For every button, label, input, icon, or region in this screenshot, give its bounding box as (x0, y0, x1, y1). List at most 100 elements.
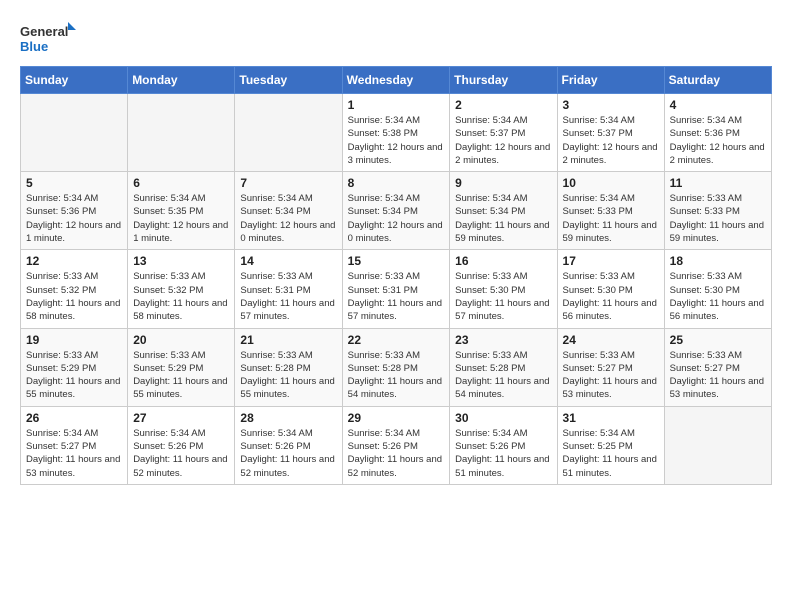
calendar-cell: 9 Sunrise: 5:34 AM Sunset: 5:34 PM Daylig… (450, 172, 557, 250)
col-header-thursday: Thursday (450, 67, 557, 94)
calendar-week-3: 19 Sunrise: 5:33 AM Sunset: 5:29 PM Dayli… (21, 328, 772, 406)
day-number: 29 (348, 411, 445, 425)
day-number: 23 (455, 333, 551, 347)
day-number: 4 (670, 98, 766, 112)
day-info: Sunrise: 5:34 AM Sunset: 5:34 PM Dayligh… (455, 192, 551, 245)
day-number: 1 (348, 98, 445, 112)
calendar-cell: 11 Sunrise: 5:33 AM Sunset: 5:33 PM Dayli… (664, 172, 771, 250)
day-info: Sunrise: 5:34 AM Sunset: 5:35 PM Dayligh… (133, 192, 229, 245)
day-info: Sunrise: 5:33 AM Sunset: 5:29 PM Dayligh… (26, 349, 122, 402)
day-number: 17 (563, 254, 659, 268)
day-info: Sunrise: 5:33 AM Sunset: 5:28 PM Dayligh… (455, 349, 551, 402)
day-info: Sunrise: 5:33 AM Sunset: 5:30 PM Dayligh… (563, 270, 659, 323)
day-info: Sunrise: 5:34 AM Sunset: 5:36 PM Dayligh… (670, 114, 766, 167)
logo: General Blue (20, 20, 80, 56)
day-info: Sunrise: 5:33 AM Sunset: 5:32 PM Dayligh… (133, 270, 229, 323)
day-info: Sunrise: 5:33 AM Sunset: 5:29 PM Dayligh… (133, 349, 229, 402)
calendar-cell: 23 Sunrise: 5:33 AM Sunset: 5:28 PM Dayli… (450, 328, 557, 406)
calendar-cell: 27 Sunrise: 5:34 AM Sunset: 5:26 PM Dayli… (128, 406, 235, 484)
calendar-cell: 19 Sunrise: 5:33 AM Sunset: 5:29 PM Dayli… (21, 328, 128, 406)
calendar-cell: 15Sunrise: 5:33 AM Sunset: 5:31 PM Dayli… (342, 250, 450, 328)
calendar-table: SundayMondayTuesdayWednesdayThursdayFrid… (20, 66, 772, 485)
calendar-cell: 2 Sunrise: 5:34 AM Sunset: 5:37 PM Daylig… (450, 94, 557, 172)
calendar-cell: 10 Sunrise: 5:34 AM Sunset: 5:33 PM Dayli… (557, 172, 664, 250)
calendar-cell: 25Sunrise: 5:33 AM Sunset: 5:27 PM Dayli… (664, 328, 771, 406)
day-info: Sunrise: 5:34 AM Sunset: 5:36 PM Dayligh… (26, 192, 122, 245)
day-info: Sunrise: 5:33 AM Sunset: 5:27 PM Dayligh… (670, 349, 766, 402)
calendar-cell: 18Sunrise: 5:33 AM Sunset: 5:30 PM Dayli… (664, 250, 771, 328)
day-info: Sunrise: 5:34 AM Sunset: 5:33 PM Dayligh… (563, 192, 659, 245)
day-info: Sunrise: 5:34 AM Sunset: 5:37 PM Dayligh… (563, 114, 659, 167)
day-number: 6 (133, 176, 229, 190)
calendar-cell: 6 Sunrise: 5:34 AM Sunset: 5:35 PM Daylig… (128, 172, 235, 250)
day-number: 16 (455, 254, 551, 268)
calendar-cell (128, 94, 235, 172)
day-number: 14 (240, 254, 336, 268)
day-info: Sunrise: 5:34 AM Sunset: 5:26 PM Dayligh… (240, 427, 336, 480)
day-number: 30 (455, 411, 551, 425)
svg-text:General: General (20, 24, 68, 39)
page-header: General Blue (20, 20, 772, 56)
calendar-cell (235, 94, 342, 172)
calendar-header-row: SundayMondayTuesdayWednesdayThursdayFrid… (21, 67, 772, 94)
calendar-cell: 1 Sunrise: 5:34 AM Sunset: 5:38 PM Daylig… (342, 94, 450, 172)
day-number: 10 (563, 176, 659, 190)
day-number: 27 (133, 411, 229, 425)
day-number: 22 (348, 333, 445, 347)
day-number: 3 (563, 98, 659, 112)
day-number: 12 (26, 254, 122, 268)
day-info: Sunrise: 5:34 AM Sunset: 5:34 PM Dayligh… (348, 192, 445, 245)
day-info: Sunrise: 5:33 AM Sunset: 5:28 PM Dayligh… (348, 349, 445, 402)
col-header-tuesday: Tuesday (235, 67, 342, 94)
calendar-cell (664, 406, 771, 484)
calendar-cell: 29 Sunrise: 5:34 AM Sunset: 5:26 PM Dayli… (342, 406, 450, 484)
calendar-cell: 12 Sunrise: 5:33 AM Sunset: 5:32 PM Dayli… (21, 250, 128, 328)
day-info: Sunrise: 5:34 AM Sunset: 5:26 PM Dayligh… (455, 427, 551, 480)
day-number: 19 (26, 333, 122, 347)
logo-svg: General Blue (20, 20, 80, 56)
calendar-cell: 8 Sunrise: 5:34 AM Sunset: 5:34 PM Daylig… (342, 172, 450, 250)
day-info: Sunrise: 5:33 AM Sunset: 5:27 PM Dayligh… (563, 349, 659, 402)
calendar-cell: 17 Sunrise: 5:33 AM Sunset: 5:30 PM Dayli… (557, 250, 664, 328)
day-info: Sunrise: 5:34 AM Sunset: 5:37 PM Dayligh… (455, 114, 551, 167)
col-header-sunday: Sunday (21, 67, 128, 94)
day-number: 8 (348, 176, 445, 190)
day-number: 18 (670, 254, 766, 268)
calendar-cell: 5 Sunrise: 5:34 AM Sunset: 5:36 PM Daylig… (21, 172, 128, 250)
day-number: 11 (670, 176, 766, 190)
day-info: Sunrise: 5:34 AM Sunset: 5:26 PM Dayligh… (133, 427, 229, 480)
day-number: 2 (455, 98, 551, 112)
day-number: 31 (563, 411, 659, 425)
calendar-cell: 21 Sunrise: 5:33 AM Sunset: 5:28 PM Dayli… (235, 328, 342, 406)
day-number: 28 (240, 411, 336, 425)
day-number: 15 (348, 254, 445, 268)
day-number: 21 (240, 333, 336, 347)
col-header-friday: Friday (557, 67, 664, 94)
calendar-cell: 24Sunrise: 5:33 AM Sunset: 5:27 PM Dayli… (557, 328, 664, 406)
day-info: Sunrise: 5:33 AM Sunset: 5:30 PM Dayligh… (455, 270, 551, 323)
calendar-cell: 7Sunrise: 5:34 AM Sunset: 5:34 PM Daylig… (235, 172, 342, 250)
day-info: Sunrise: 5:34 AM Sunset: 5:34 PM Dayligh… (240, 192, 336, 245)
day-info: Sunrise: 5:33 AM Sunset: 5:33 PM Dayligh… (670, 192, 766, 245)
col-header-wednesday: Wednesday (342, 67, 450, 94)
day-info: Sunrise: 5:34 AM Sunset: 5:38 PM Dayligh… (348, 114, 445, 167)
calendar-cell: 4 Sunrise: 5:34 AM Sunset: 5:36 PM Daylig… (664, 94, 771, 172)
calendar-cell (21, 94, 128, 172)
calendar-week-1: 5 Sunrise: 5:34 AM Sunset: 5:36 PM Daylig… (21, 172, 772, 250)
day-info: Sunrise: 5:33 AM Sunset: 5:32 PM Dayligh… (26, 270, 122, 323)
calendar-week-4: 26Sunrise: 5:34 AM Sunset: 5:27 PM Dayli… (21, 406, 772, 484)
calendar-cell: 14Sunrise: 5:33 AM Sunset: 5:31 PM Dayli… (235, 250, 342, 328)
day-number: 26 (26, 411, 122, 425)
day-number: 5 (26, 176, 122, 190)
day-number: 13 (133, 254, 229, 268)
col-header-monday: Monday (128, 67, 235, 94)
calendar-cell: 30 Sunrise: 5:34 AM Sunset: 5:26 PM Dayli… (450, 406, 557, 484)
day-info: Sunrise: 5:34 AM Sunset: 5:26 PM Dayligh… (348, 427, 445, 480)
calendar-week-0: 1 Sunrise: 5:34 AM Sunset: 5:38 PM Daylig… (21, 94, 772, 172)
calendar-cell: 26Sunrise: 5:34 AM Sunset: 5:27 PM Dayli… (21, 406, 128, 484)
day-info: Sunrise: 5:33 AM Sunset: 5:28 PM Dayligh… (240, 349, 336, 402)
calendar-cell: 13 Sunrise: 5:33 AM Sunset: 5:32 PM Dayli… (128, 250, 235, 328)
day-number: 9 (455, 176, 551, 190)
calendar-cell: 22 Sunrise: 5:33 AM Sunset: 5:28 PM Dayli… (342, 328, 450, 406)
calendar-cell: 28 Sunrise: 5:34 AM Sunset: 5:26 PM Dayli… (235, 406, 342, 484)
